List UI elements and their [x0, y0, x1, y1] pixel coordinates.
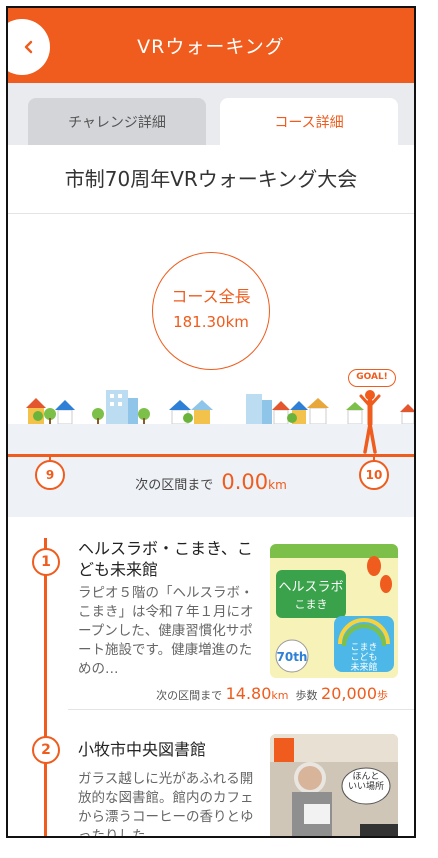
speech-bubble-text: ほんといい場所	[348, 771, 384, 792]
spot-description: ラピオ５階の「ヘルスラボ・こまき」は令和７年１月にオープンした、健康習慣化サポー…	[78, 585, 254, 677]
route-ground	[8, 424, 414, 456]
spot-next-label: 次の区間まで	[156, 689, 223, 702]
header-bar: VRウォーキング	[8, 8, 414, 83]
spot-steps-value: 20,000	[321, 684, 377, 703]
tab-challenge-details[interactable]: チャレンジ詳細	[28, 98, 206, 145]
spot-name[interactable]: 小牧市中央図書館	[78, 739, 258, 760]
spot-steps-label: 歩数	[295, 689, 318, 702]
healthlab-logo-text: ヘルスラボ	[278, 580, 343, 595]
spot-description: ガラス越しに光があふれる開放的な図書館。館内のカフェから漂うコーヒーの香りとゆっ…	[78, 771, 254, 838]
building-illustration	[246, 394, 329, 425]
next-section-distance: 次の区間まで 0.00km	[8, 470, 414, 494]
spot-next-unit: km	[271, 689, 289, 702]
event-title: 市制70周年VRウォーキング大会	[64, 167, 358, 191]
course-length-badge: コース全長 181.30km	[152, 252, 270, 370]
page-title: VRウォーキング	[137, 36, 285, 58]
house-illustration	[169, 400, 213, 425]
course-length-label: コース全長	[171, 287, 251, 306]
goal-label: GOAL!	[348, 369, 396, 387]
healthlab-logo-sub: こまき	[295, 598, 328, 611]
spot-stats: 次の区間まで 14.80km 歩数 20,000歩	[156, 684, 388, 703]
course-timeline	[44, 538, 47, 836]
next-section-value: 0.00	[221, 470, 269, 494]
anniversary-logo: 70th	[277, 650, 308, 664]
spot-number-badge: 2	[32, 736, 60, 764]
spot-photo-healthlab[interactable]: ヘルスラボ こまき こまきこども未来館 70th	[270, 544, 398, 678]
spot-photo-library[interactable]: ほんといい場所	[270, 734, 398, 838]
house-illustration	[26, 398, 75, 426]
course-length-value: 181.30km	[173, 313, 249, 331]
spot-steps-unit: 歩	[377, 689, 388, 702]
divider	[8, 213, 414, 214]
route-line	[8, 454, 414, 457]
tab-bar: チャレンジ詳細 コース詳細	[8, 83, 414, 145]
spot-number-badge: 1	[32, 548, 60, 576]
building-illustration	[92, 390, 150, 426]
divider	[68, 709, 414, 710]
next-section-label: 次の区間まで	[135, 478, 214, 493]
spot-name[interactable]: ヘルスラボ・こまき、こども未来館	[78, 538, 258, 580]
next-section-unit: km	[268, 478, 287, 492]
app-screen: VRウォーキング チャレンジ詳細 コース詳細 市制70周年VRウォーキング大会 …	[6, 6, 416, 838]
walker-icon	[359, 390, 381, 454]
kids-museum-logo: こまきこども未来館	[350, 642, 377, 673]
tab-course-details[interactable]: コース詳細	[220, 98, 398, 145]
spot-next-value: 14.80	[225, 684, 272, 703]
